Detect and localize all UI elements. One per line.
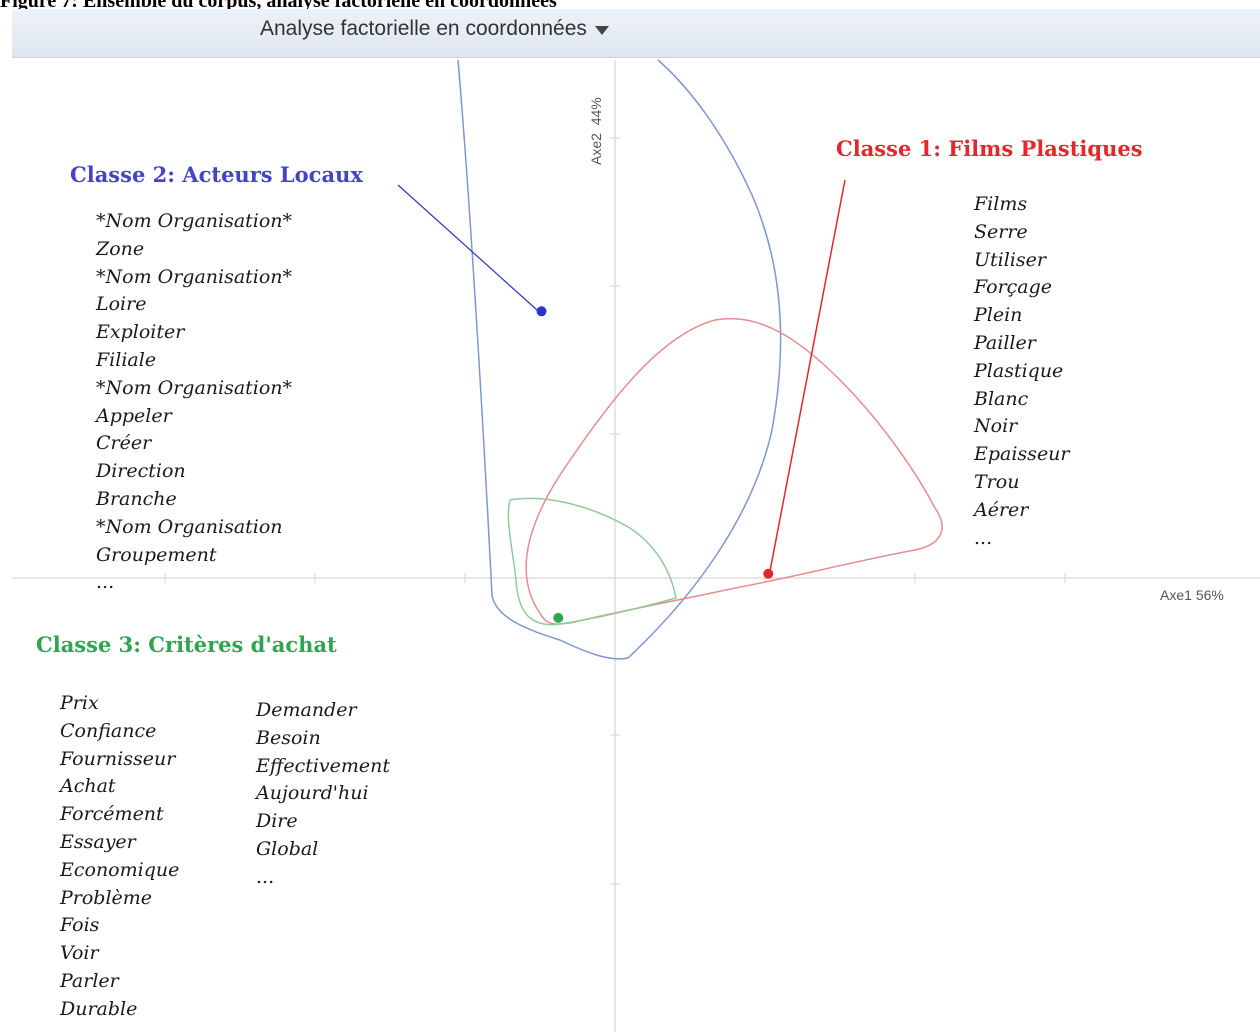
class2-word: Créer [96, 432, 152, 455]
class3-word: Effectivement [256, 754, 391, 777]
class1-word: Plein [974, 304, 1023, 327]
class1-leader-line [769, 179, 846, 572]
class2-word: *Nom Organisation [96, 515, 283, 538]
class3-word: Problème [60, 886, 153, 909]
class3-word: ... [256, 865, 275, 888]
class3-word: Besoin [256, 726, 321, 749]
x-axis-label: Axe1 56% [1160, 587, 1224, 603]
class3-word: Demander [256, 699, 357, 721]
class3-word: Fournisseur [60, 747, 176, 770]
class1-word: Films [974, 193, 1028, 215]
class2-word: ... [96, 571, 115, 594]
class2-word: Loire [96, 293, 147, 316]
class2-word-list: *Nom Organisation* Zone *Nom Organisation*… [96, 208, 292, 597]
class3-word: Voir [60, 942, 99, 965]
class1-word: Pailler [974, 331, 1036, 354]
class3-word: Global [256, 837, 319, 860]
y-axis-label: Axe2 44% [588, 97, 604, 165]
class2-point [536, 306, 547, 317]
class1-point [763, 568, 774, 579]
class2-word: Groupement [96, 543, 217, 566]
class3-word: Achat [60, 775, 116, 798]
class2-word: *Nom Organisation* [96, 376, 293, 399]
class1-word: Utiliser [974, 248, 1046, 271]
class1-word: Noir [974, 415, 1018, 438]
class3-word: Parler [60, 969, 119, 992]
class3-word: Essayer [60, 830, 136, 853]
class1-word: Epaisseur [974, 443, 1070, 466]
class1-word: Serre [974, 220, 1028, 243]
class2-word: Filiale [96, 348, 157, 371]
class1-word: ... [974, 526, 993, 549]
class2-word: Exploiter [96, 321, 185, 344]
class2-word: Zone [96, 237, 145, 260]
class3-word: Fois [60, 914, 100, 937]
class3-word: Dire [256, 810, 298, 833]
class3-word: Aujourd'hui [256, 782, 369, 805]
class3-word: Confiance [60, 719, 157, 742]
class1-word: Plastique [974, 359, 1064, 382]
class2-word: Appeler [96, 404, 172, 427]
class2-word: Direction [96, 460, 186, 483]
class2-word: *Nom Organisation* [96, 210, 293, 232]
class2-leader-line [397, 184, 538, 311]
class2-title: Classe 2: Acteurs Locaux [70, 162, 363, 187]
class3-point [553, 612, 564, 623]
class3-word-list-col1: Prix Confiance Fournisseur Achat Forcément Es… [60, 690, 179, 1024]
class3-word: Forcément [60, 803, 164, 826]
class3-title: Classe 3: Critères d'achat [36, 632, 337, 657]
class3-word: Prix [60, 692, 99, 714]
class2-word: Branche [96, 487, 177, 510]
class2-word: *Nom Organisation* [96, 265, 293, 288]
class1-word: Trou [974, 470, 1020, 493]
class3-word: Economique [60, 858, 180, 881]
class1-title: Classe 1: Films Plastiques [836, 136, 1143, 161]
class1-word: Forçage [974, 276, 1053, 299]
class-points [536, 306, 774, 623]
class1-word: Blanc [974, 387, 1029, 410]
class1-word-list: Films Serre Utiliser Forçage Plein Pailler Pla… [974, 191, 1070, 552]
class3-word: Durable [60, 997, 138, 1020]
class1-word: Aérer [974, 498, 1029, 521]
class2-hull [457, 59, 782, 660]
class3-word-list-col2: Demander Besoin Effectivement Aujourd'hui Di… [256, 697, 390, 892]
